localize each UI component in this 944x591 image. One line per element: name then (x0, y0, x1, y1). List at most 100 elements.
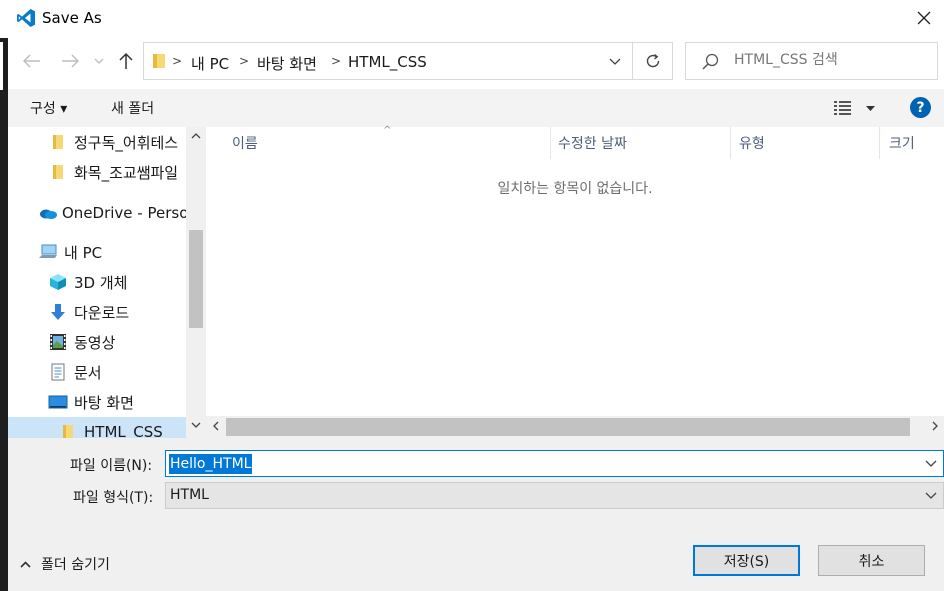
scrollbar-thumb[interactable] (189, 230, 203, 328)
nav-item-label: 다운로드 (74, 303, 130, 322)
column-label: 수정한 날짜 (558, 136, 627, 152)
column-label: 크기 (889, 136, 915, 152)
left-edge (0, 38, 8, 591)
filename-label: 파일 이름(N): (70, 458, 153, 474)
search-box[interactable] (685, 42, 938, 80)
chevron-down-icon (925, 492, 937, 499)
nav-item-label: 3D 개체 (74, 273, 128, 292)
column-header-size[interactable]: 크기 (889, 127, 944, 159)
folder-icon (48, 132, 68, 152)
address-dropdown-button[interactable] (600, 43, 630, 79)
pc-icon (38, 242, 58, 262)
nav-item-label: 동영상 (74, 333, 116, 352)
video-icon (48, 332, 68, 352)
column-header-type[interactable]: 유형 (739, 127, 879, 159)
caret-down-icon (866, 105, 875, 111)
search-icon (702, 53, 719, 70)
breadcrumb-chevron-icon: > (331, 54, 342, 68)
breadcrumb-pc[interactable]: 내 PC (191, 53, 229, 74)
chevron-down-icon[interactable] (925, 460, 937, 467)
nav-item-onedrive[interactable]: OneDrive - Persor (8, 198, 186, 228)
filename-selected-text[interactable]: Hello_HTML (169, 454, 253, 474)
close-icon (917, 11, 931, 25)
scroll-left-icon (213, 421, 219, 431)
back-button[interactable] (21, 50, 43, 72)
nav-item-label: 내 PC (64, 243, 103, 262)
nav-item-html-css[interactable]: HTML_CSS (8, 417, 186, 438)
organize-button[interactable]: 구성 ▾ (30, 98, 67, 118)
change-view-button[interactable] (834, 97, 882, 119)
save-as-dialog: Save As > 내 PC > 바탕 화면 > HTML_CSS HTML_C… (0, 0, 944, 591)
navigation-pane: 정구독_어휘테스 화목_조교쌤파일 OneDrive - Persor 내 PC… (8, 127, 206, 438)
download-icon (48, 302, 68, 322)
left-edge-mark (0, 42, 3, 90)
help-icon: ? (916, 99, 925, 116)
filename-field[interactable]: Hello_HTML (165, 450, 944, 477)
column-label: 유형 (739, 136, 765, 152)
filetype-value: HTML (170, 487, 209, 503)
save-form-panel: 파일 이름(N): Hello_HTML 파일 형식(T): HTML 폴더 숨… (8, 438, 944, 591)
forward-button[interactable] (59, 50, 81, 72)
nav-item-downloads[interactable]: 다운로드 (8, 297, 186, 327)
desktop-icon (48, 392, 68, 412)
column-divider[interactable] (730, 127, 731, 159)
chevron-down-icon (609, 58, 621, 65)
folder-icon (48, 162, 68, 182)
nav-item-documents[interactable]: 문서 (8, 357, 186, 387)
folder-icon (153, 54, 165, 68)
nav-item-desktop[interactable]: 바탕 화면 (8, 387, 186, 417)
3d-objects-icon (48, 272, 68, 292)
nav-item-videos[interactable]: 동영상 (8, 327, 186, 357)
breadcrumb-chevron-icon: > (172, 54, 183, 68)
recent-locations-button[interactable] (90, 50, 108, 72)
nav-item-this-pc[interactable]: 내 PC (8, 237, 186, 267)
folder-icon (58, 422, 78, 438)
file-list-h-scrollbar[interactable] (206, 416, 944, 438)
arrow-left-icon (23, 54, 40, 68)
arrow-right-icon (62, 54, 79, 68)
cancel-button[interactable]: 취소 (818, 545, 925, 576)
filetype-label: 파일 형식(T): (73, 490, 154, 506)
help-button[interactable]: ? (910, 97, 931, 118)
refresh-button[interactable] (632, 43, 673, 79)
nav-item-label: 바탕 화면 (74, 393, 134, 412)
vscode-icon (17, 9, 35, 27)
onedrive-icon (38, 203, 58, 223)
up-button[interactable] (115, 50, 137, 72)
column-divider[interactable] (550, 127, 551, 159)
nav-item-hwamok[interactable]: 화목_조교쌤파일 (8, 157, 186, 187)
chevron-down-icon (94, 58, 104, 64)
refresh-icon (646, 53, 660, 68)
nav-item-3d-objects[interactable]: 3D 개체 (8, 267, 186, 297)
nav-item-label: HTML_CSS (84, 423, 163, 438)
hide-folders-toggle[interactable]: 폴더 숨기기 (20, 554, 110, 574)
breadcrumb-desktop[interactable]: 바탕 화면 (257, 53, 317, 74)
column-label: 이름 (232, 136, 258, 152)
save-button[interactable]: 저장(S) (693, 545, 800, 576)
nav-pane-scrollbar[interactable] (186, 127, 206, 438)
breadcrumb-chevron-icon: > (239, 54, 250, 68)
breadcrumb-html-css[interactable]: HTML_CSS (348, 53, 427, 71)
view-details-icon (834, 101, 851, 115)
search-input[interactable] (734, 52, 929, 68)
new-folder-button[interactable]: 새 폴더 (111, 98, 154, 118)
address-bar[interactable]: > 내 PC > 바탕 화면 > HTML_CSS (143, 42, 673, 80)
file-list[interactable]: ^ 이름 수정한 날짜 유형 크기 일치하는 항목이 없습니다. (206, 125, 944, 438)
title-bar: Save As (0, 0, 944, 36)
arrow-up-icon (119, 52, 133, 69)
nav-item-label: OneDrive - Persor (62, 204, 186, 222)
scroll-right-icon (932, 421, 938, 431)
scrollbar-thumb[interactable] (226, 418, 910, 436)
nav-item-label: 화목_조교쌤파일 (74, 163, 179, 182)
filetype-select[interactable]: HTML (165, 482, 944, 509)
column-header-name[interactable]: 이름 (232, 127, 550, 159)
document-icon (48, 362, 68, 382)
column-divider[interactable] (879, 127, 880, 159)
column-header-date[interactable]: 수정한 날짜 (558, 127, 730, 159)
chevron-up-icon (20, 560, 31, 568)
nav-item-jeonggudok[interactable]: 정구독_어휘테스 (8, 127, 186, 157)
command-bar: 구성 ▾ 새 폴더 ? (8, 89, 944, 127)
scroll-up-icon (191, 133, 201, 139)
close-button[interactable] (904, 0, 944, 36)
scroll-down-icon (191, 422, 201, 428)
